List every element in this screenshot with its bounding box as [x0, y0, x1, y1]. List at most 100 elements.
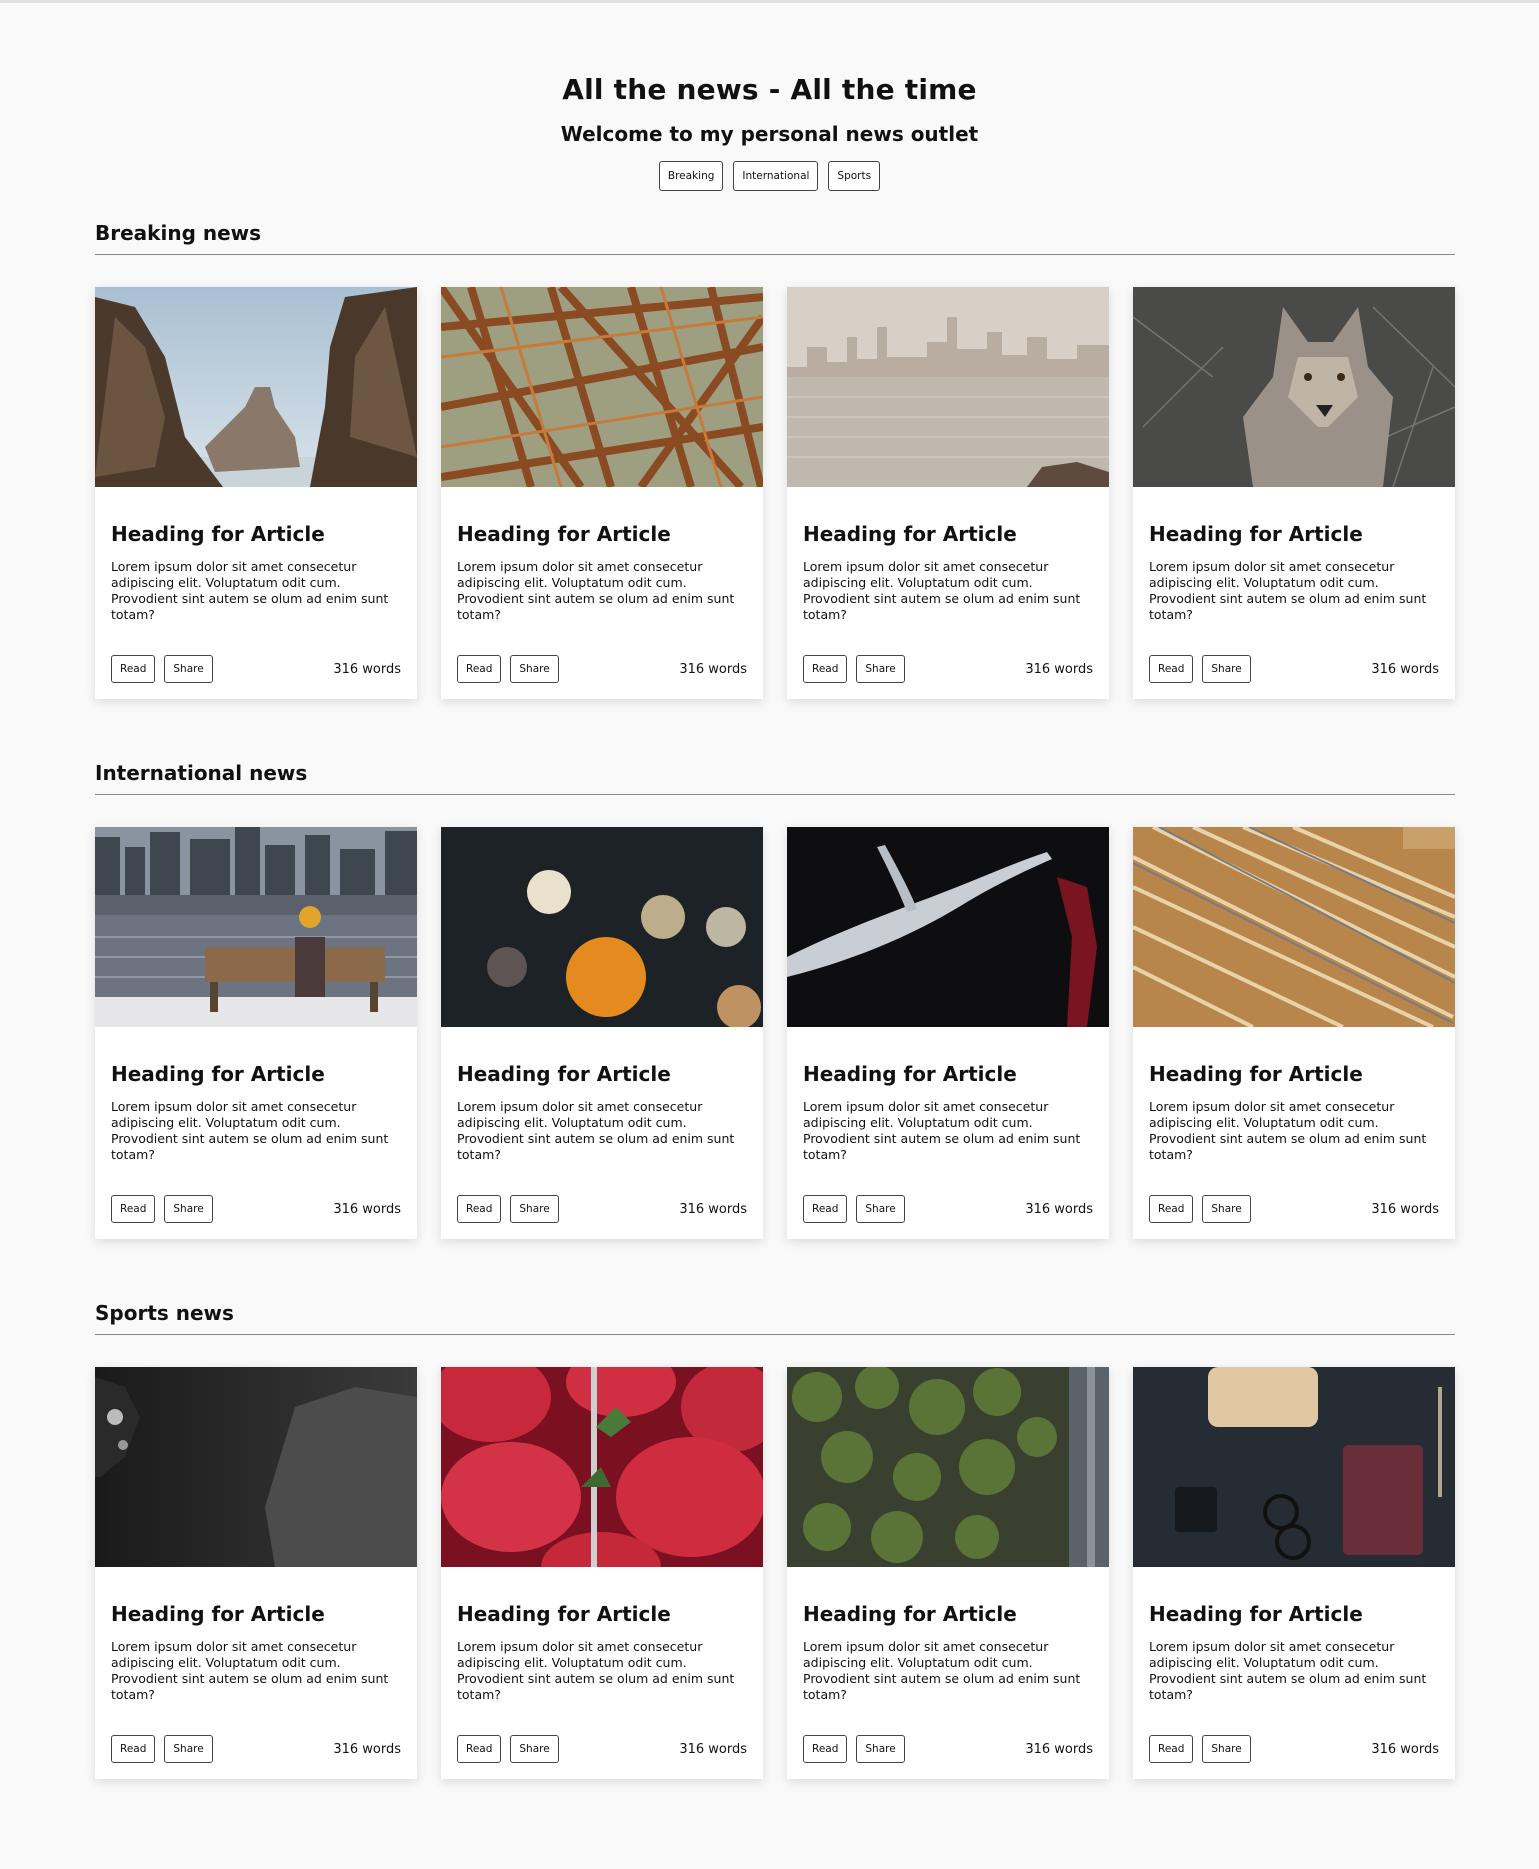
article-heading: Heading for Article — [1149, 522, 1363, 546]
word-count: 316 words — [1025, 661, 1093, 677]
page-subtitle: Welcome to my personal news outlet — [560, 122, 979, 146]
read-button[interactable]: Read — [457, 655, 502, 683]
article-footer: Read Share 316 words — [803, 655, 1093, 683]
article-card: Heading for Article Lorem ipsum dolor si… — [95, 827, 417, 1239]
article-image[interactable] — [787, 1367, 1109, 1567]
read-button[interactable]: Read — [803, 655, 848, 683]
read-button[interactable]: Read — [457, 1735, 502, 1763]
article-card: Heading for Article Lorem ipsum dolor si… — [95, 287, 417, 699]
article-card: Heading for Article Lorem ipsum dolor si… — [787, 287, 1109, 699]
word-count: 316 words — [333, 1741, 401, 1757]
read-button[interactable]: Read — [457, 1195, 502, 1223]
article-summary: Lorem ipsum dolor sit amet consecetur ad… — [1149, 559, 1427, 622]
article-image[interactable] — [787, 827, 1109, 1027]
article-summary: Lorem ipsum dolor sit amet consecetur ad… — [457, 1099, 735, 1162]
article-card: Heading for Article Lorem ipsum dolor si… — [441, 827, 763, 1239]
article-footer: Read Share 316 words — [1149, 655, 1439, 683]
article-footer: Read Share 316 words — [111, 1195, 401, 1223]
share-button[interactable]: Share — [1202, 1195, 1251, 1223]
read-button[interactable]: Read — [1149, 1195, 1194, 1223]
article-card: Heading for Article Lorem ipsum dolor si… — [1133, 827, 1455, 1239]
article-card: Heading for Article Lorem ipsum dolor si… — [95, 1367, 417, 1779]
share-button[interactable]: Share — [1202, 1735, 1251, 1763]
share-button[interactable]: Share — [164, 1735, 213, 1763]
article-image[interactable] — [1133, 827, 1455, 1027]
article-heading: Heading for Article — [803, 522, 1017, 546]
word-count: 316 words — [333, 661, 401, 677]
article-heading: Heading for Article — [1149, 1602, 1363, 1626]
article-heading: Heading for Article — [111, 522, 325, 546]
read-button[interactable]: Read — [803, 1195, 848, 1223]
read-button[interactable]: Read — [111, 1735, 156, 1763]
share-button[interactable]: Share — [510, 1735, 559, 1763]
article-footer: Read Share 316 words — [803, 1735, 1093, 1763]
article-heading: Heading for Article — [111, 1602, 325, 1626]
share-button[interactable]: Share — [856, 1735, 905, 1763]
article-card: Heading for Article Lorem ipsum dolor si… — [787, 827, 1109, 1239]
article-summary: Lorem ipsum dolor sit amet consecetur ad… — [111, 1099, 389, 1162]
article-image[interactable] — [95, 1367, 417, 1567]
article-image[interactable] — [441, 287, 763, 487]
article-footer: Read Share 316 words — [111, 1735, 401, 1763]
article-card: Heading for Article Lorem ipsum dolor si… — [1133, 287, 1455, 699]
word-count: 316 words — [1371, 661, 1439, 677]
article-footer: Read Share 316 words — [803, 1195, 1093, 1223]
international-news-section: International news Heading for Article L… — [95, 760, 1455, 1239]
article-image[interactable] — [95, 287, 417, 487]
article-heading: Heading for Article — [803, 1062, 1017, 1086]
share-button[interactable]: Share — [1202, 655, 1251, 683]
word-count: 316 words — [1371, 1741, 1439, 1757]
section-nav: Breaking International Sports — [0, 161, 1539, 191]
article-footer: Read Share 316 words — [457, 655, 747, 683]
section-title: Sports news — [95, 1301, 234, 1325]
section-title: International news — [95, 761, 308, 785]
share-button[interactable]: Share — [164, 1195, 213, 1223]
article-image[interactable] — [1133, 287, 1455, 487]
read-button[interactable]: Read — [1149, 1735, 1194, 1763]
read-button[interactable]: Read — [111, 655, 156, 683]
nav-sports-button[interactable]: Sports — [828, 161, 881, 191]
top-border — [0, 0, 1539, 3]
article-image[interactable] — [441, 1367, 763, 1567]
read-button[interactable]: Read — [803, 1735, 848, 1763]
article-summary: Lorem ipsum dolor sit amet consecetur ad… — [457, 559, 735, 622]
section-divider — [95, 1334, 1455, 1335]
article-card: Heading for Article Lorem ipsum dolor si… — [441, 287, 763, 699]
article-footer: Read Share 316 words — [1149, 1195, 1439, 1223]
article-summary: Lorem ipsum dolor sit amet consecetur ad… — [803, 1639, 1081, 1702]
article-summary: Lorem ipsum dolor sit amet consecetur ad… — [457, 1639, 735, 1702]
article-card: Heading for Article Lorem ipsum dolor si… — [1133, 1367, 1455, 1779]
share-button[interactable]: Share — [510, 655, 559, 683]
article-footer: Read Share 316 words — [457, 1195, 747, 1223]
share-button[interactable]: Share — [164, 655, 213, 683]
share-button[interactable]: Share — [856, 1195, 905, 1223]
article-summary: Lorem ipsum dolor sit amet consecetur ad… — [1149, 1099, 1427, 1162]
article-summary: Lorem ipsum dolor sit amet consecetur ad… — [111, 559, 389, 622]
section-divider — [95, 794, 1455, 795]
read-button[interactable]: Read — [111, 1195, 156, 1223]
nav-breaking-button[interactable]: Breaking — [658, 161, 724, 191]
breaking-news-section: Breaking news Heading for Article Lorem … — [95, 220, 1455, 699]
section-divider — [95, 254, 1455, 255]
article-heading: Heading for Article — [457, 1602, 671, 1626]
article-card: Heading for Article Lorem ipsum dolor si… — [787, 1367, 1109, 1779]
nav-international-button[interactable]: International — [733, 161, 819, 191]
word-count: 316 words — [333, 1201, 401, 1217]
article-footer: Read Share 316 words — [457, 1735, 747, 1763]
article-list: Heading for Article Lorem ipsum dolor si… — [95, 1367, 1455, 1779]
share-button[interactable]: Share — [510, 1195, 559, 1223]
word-count: 316 words — [679, 1741, 747, 1757]
article-list: Heading for Article Lorem ipsum dolor si… — [95, 827, 1455, 1239]
share-button[interactable]: Share — [856, 655, 905, 683]
word-count: 316 words — [679, 1201, 747, 1217]
section-title: Breaking news — [95, 221, 262, 245]
word-count: 316 words — [1025, 1741, 1093, 1757]
article-list: Heading for Article Lorem ipsum dolor si… — [95, 287, 1455, 699]
article-image[interactable] — [441, 827, 763, 1027]
article-image[interactable] — [1133, 1367, 1455, 1567]
article-heading: Heading for Article — [803, 1602, 1017, 1626]
article-image[interactable] — [787, 287, 1109, 487]
article-image[interactable] — [95, 827, 417, 1027]
article-footer: Read Share 316 words — [111, 655, 401, 683]
read-button[interactable]: Read — [1149, 655, 1194, 683]
